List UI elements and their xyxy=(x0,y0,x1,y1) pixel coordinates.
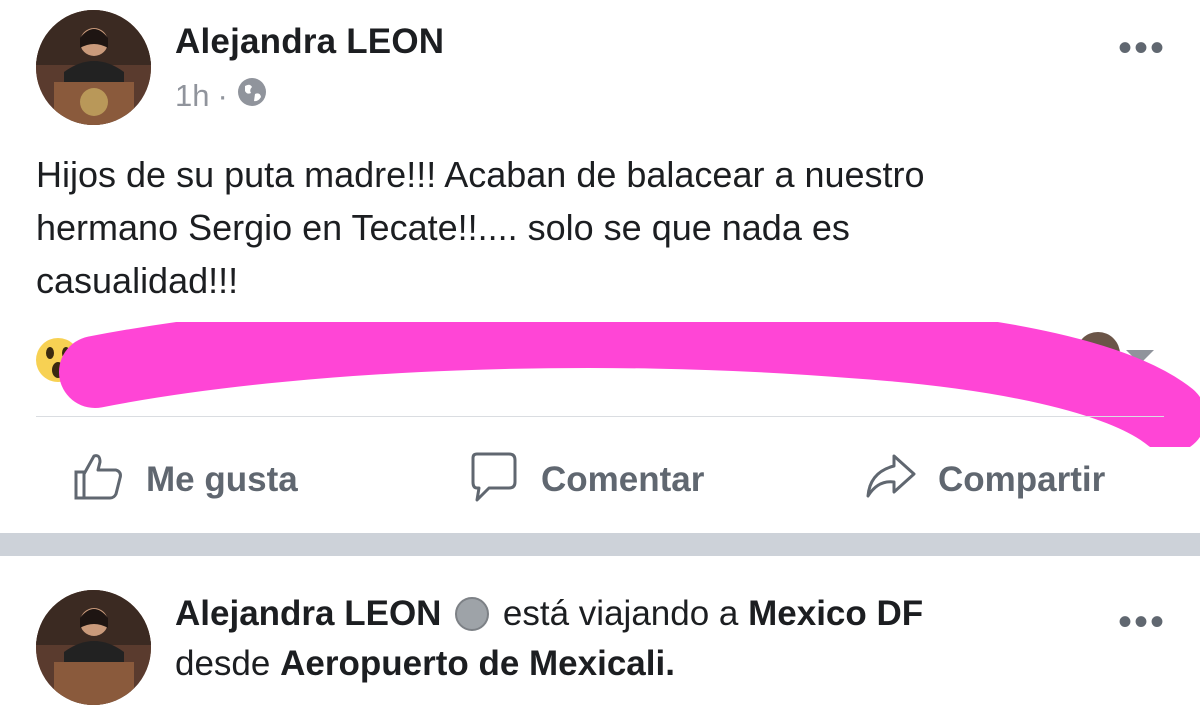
like-label: Me gusta xyxy=(146,460,298,499)
origin-link[interactable]: Aeropuerto de Mexicali. xyxy=(280,644,675,683)
destination-link[interactable]: Mexico DF xyxy=(748,594,923,633)
avatar[interactable] xyxy=(36,590,151,705)
status-prefix: está viajando a xyxy=(502,594,739,633)
post-time[interactable]: 1h xyxy=(175,78,209,114)
post-text-line: casualidad!!! xyxy=(36,260,239,301)
thumbs-up-icon xyxy=(70,448,126,513)
post-card: Alejandra LEON está viajando a Mexico DF… xyxy=(0,556,1200,705)
share-label: Compartir xyxy=(938,460,1106,499)
more-icon[interactable]: ••• xyxy=(1118,28,1166,68)
share-button[interactable]: Compartir xyxy=(862,440,1105,520)
more-icon[interactable]: ••• xyxy=(1118,602,1166,642)
comment-icon xyxy=(465,448,521,513)
like-button[interactable]: Me gusta xyxy=(70,440,298,520)
post-text-line: hermano Sergio en Tecate!!.... solo se q… xyxy=(36,207,850,248)
meta-dot: · xyxy=(217,78,228,113)
globe-icon xyxy=(236,76,268,116)
verified-badge-icon xyxy=(455,597,490,631)
comment-label: Comentar xyxy=(541,460,705,499)
reactions-row[interactable] xyxy=(0,322,1200,447)
avatar[interactable] xyxy=(36,10,151,125)
post-meta: 1h · xyxy=(175,76,268,116)
author-name[interactable]: Alejandra LEON xyxy=(175,22,444,62)
author-name[interactable]: Alejandra LEON xyxy=(175,594,441,633)
comment-button[interactable]: Comentar xyxy=(465,440,704,520)
share-icon xyxy=(862,448,918,513)
from-prefix: desde xyxy=(175,644,271,683)
post-text: Hijos de su puta madre!!! Acaban de bala… xyxy=(36,148,1166,307)
post-text-line: Hijos de su puta madre!!! Acaban de bala… xyxy=(36,154,925,195)
action-bar: Me gusta Comentar Compartir xyxy=(0,440,1200,520)
divider xyxy=(36,416,1164,417)
post-header-text-line2: desde Aeropuerto de Mexicali. xyxy=(175,644,675,684)
feed-separator xyxy=(0,533,1200,556)
post-card: Alejandra LEON 1h · ••• Hijos de su puta… xyxy=(0,0,1200,533)
post-header-text: Alejandra LEON está viajando a Mexico DF xyxy=(175,594,923,634)
